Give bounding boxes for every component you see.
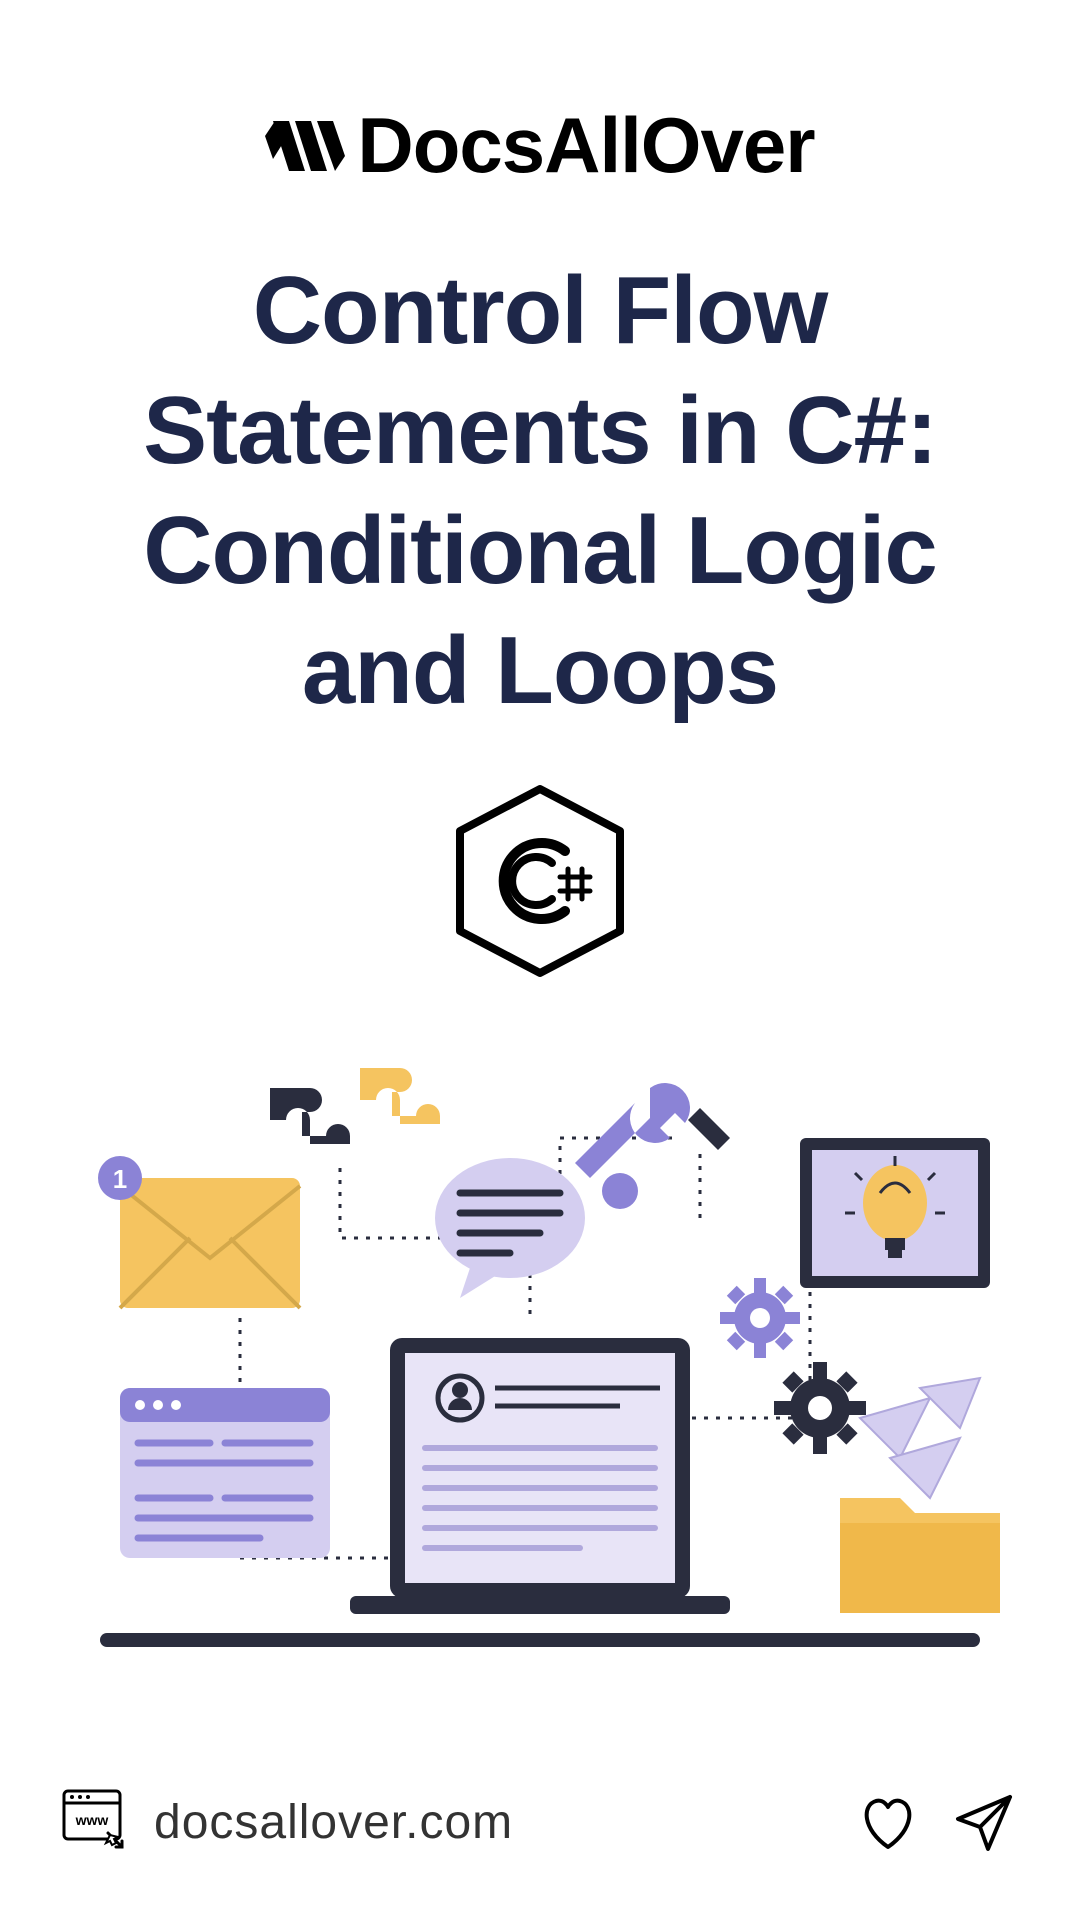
page-title-block: Control Flow Statements in C#: Condition…: [0, 251, 1080, 731]
www-browser-icon: www: [60, 1785, 130, 1860]
brand-name: DocsAllOver: [357, 100, 814, 191]
page-title: Control Flow Statements in C#: Condition…: [60, 251, 1020, 731]
hero-illustration: 1: [0, 1011, 1080, 1745]
svg-text:www: www: [75, 1812, 109, 1828]
lightbulb-screen-icon: [800, 1138, 990, 1288]
wrench-icon: [575, 1083, 730, 1209]
send-icon[interactable]: [948, 1787, 1020, 1859]
gear-dark-icon: [774, 1362, 866, 1454]
footer: www docsallover.com: [0, 1745, 1080, 1920]
brand-logo: DocsAllOver: [0, 100, 1080, 191]
footer-actions: [852, 1787, 1020, 1859]
svg-text:1: 1: [113, 1164, 127, 1194]
envelope-icon: 1: [98, 1156, 300, 1308]
browser-card-icon: [120, 1388, 330, 1558]
chat-bubble-icon: [435, 1158, 585, 1298]
folder-icon: [840, 1498, 1000, 1613]
paper-planes-icon: [860, 1378, 980, 1498]
puzzle-dark-icon: [270, 1088, 350, 1144]
site-url: docsallover.com: [154, 1795, 513, 1850]
heart-icon[interactable]: [852, 1787, 924, 1859]
gear-purple-icon: [720, 1278, 800, 1358]
csharp-hexagon-icon: [0, 781, 1080, 981]
puzzle-yellow-icon: [360, 1068, 440, 1124]
footer-left: www docsallover.com: [60, 1785, 513, 1860]
logo-mark-icon: [265, 111, 345, 181]
laptop-icon: [350, 1338, 730, 1614]
base-line: [100, 1633, 980, 1647]
